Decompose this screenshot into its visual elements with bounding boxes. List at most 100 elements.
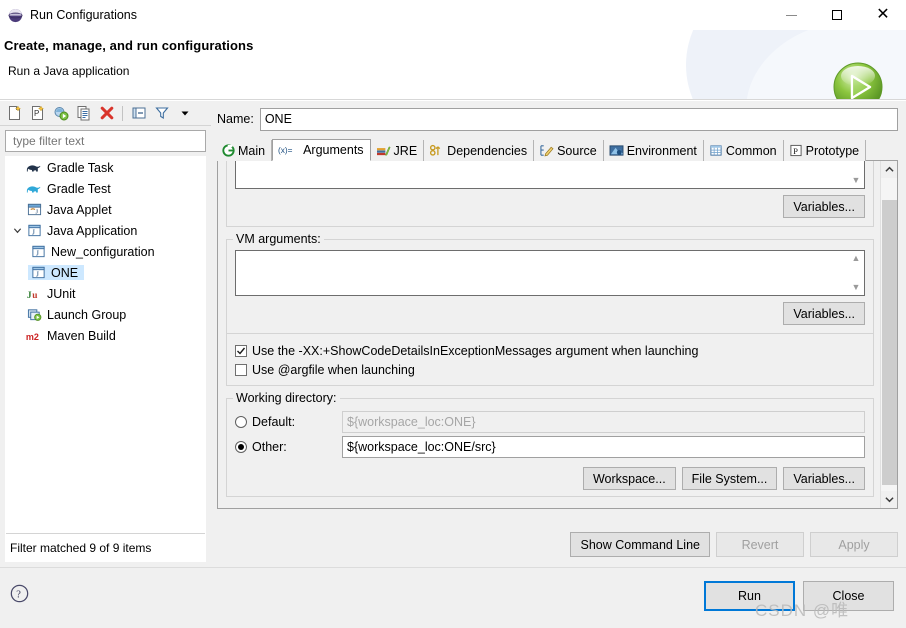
minimize-icon bbox=[785, 14, 797, 16]
checkbox-row-argfile[interactable]: Use @argfile when launching bbox=[235, 360, 865, 379]
tab-label: Environment bbox=[626, 143, 697, 158]
working-dir-variables-button[interactable]: Variables... bbox=[783, 467, 865, 490]
help-question-icon[interactable]: ? bbox=[10, 584, 29, 606]
svg-text:?: ? bbox=[16, 590, 21, 601]
working-directory-other-row[interactable]: Other: ${workspace_loc:ONE/src} bbox=[235, 434, 865, 459]
duplicate-icon[interactable] bbox=[73, 103, 94, 123]
tree-item-gradle-task[interactable]: Gradle Task bbox=[6, 157, 205, 178]
vm-arguments-buttons: Variables... bbox=[235, 302, 865, 325]
page-subtitle: Run a Java application bbox=[8, 64, 130, 78]
launch-options-group: Use the -XX:+ShowCodeDetailsInExceptionM… bbox=[226, 334, 874, 386]
radio-default-label: Default: bbox=[252, 414, 296, 429]
maven-m2-icon: m2 bbox=[24, 329, 44, 343]
configuration-name-input[interactable] bbox=[259, 107, 898, 131]
delete-icon[interactable] bbox=[96, 103, 117, 123]
java-applet-icon: J bbox=[24, 202, 44, 217]
tab-prototype[interactable]: P Prototype bbox=[783, 140, 867, 161]
close-icon: ✕ bbox=[876, 6, 890, 23]
java-application-icon: J bbox=[24, 223, 44, 238]
new-prototype-icon[interactable]: P bbox=[27, 103, 48, 123]
maximize-button[interactable] bbox=[814, 0, 860, 30]
close-button-footer[interactable]: Close bbox=[803, 581, 894, 611]
tree-item-maven-build[interactable]: m2 Maven Build bbox=[6, 325, 205, 346]
radio-working-directory-default[interactable] bbox=[235, 415, 247, 428]
chevron-down-icon[interactable]: ▼ bbox=[852, 283, 861, 292]
tree-item-label: ONE bbox=[51, 265, 79, 280]
export-launch-configuration-icon[interactable] bbox=[50, 103, 71, 123]
checkbox-row-show-code-details[interactable]: Use the -XX:+ShowCodeDetailsInExceptionM… bbox=[235, 341, 865, 360]
launch-configurations-tree[interactable]: Gradle Task Gradle Test J Java Applet J … bbox=[5, 156, 206, 532]
chevron-down-icon[interactable]: ▼ bbox=[852, 176, 861, 185]
tree-item-java-applet[interactable]: J Java Applet bbox=[6, 199, 205, 220]
program-arguments-scrollbar[interactable]: ▼ bbox=[849, 162, 863, 187]
tree-item-gradle-test[interactable]: Gradle Test bbox=[6, 178, 205, 199]
arguments-tab-body: ▼ Variables... VM arguments: ▲ ▼ Variabl… bbox=[217, 161, 898, 509]
scroll-down-arrow-icon[interactable] bbox=[881, 491, 898, 508]
dialog-content: P type filter text Gradle Task Gradle Te… bbox=[0, 101, 906, 567]
workspace-button[interactable]: Workspace... bbox=[582, 467, 676, 490]
file-system-button[interactable]: File System... bbox=[681, 467, 778, 490]
radio-selected-dot bbox=[238, 443, 244, 450]
radio-other-label: Other: bbox=[252, 439, 287, 454]
tree-item-launch-group[interactable]: Launch Group bbox=[6, 304, 205, 325]
filter-text-box[interactable] bbox=[5, 130, 206, 152]
vm-arguments-textarea[interactable]: ▲ ▼ bbox=[235, 250, 865, 296]
filter-status-wrapper: Filter matched 9 of 9 items bbox=[5, 532, 206, 562]
program-arguments-textarea[interactable]: ▼ bbox=[235, 161, 865, 189]
svg-text:m2: m2 bbox=[26, 332, 39, 342]
view-menu-chevron-icon[interactable] bbox=[174, 103, 195, 123]
chevron-down-icon[interactable] bbox=[10, 226, 24, 235]
tab-body-scrollbar[interactable] bbox=[880, 161, 897, 508]
tab-label: Source bbox=[557, 143, 597, 158]
working-directory-default-input: ${workspace_loc:ONE} bbox=[342, 410, 865, 433]
tree-item-junit[interactable]: J u JUnit bbox=[6, 283, 205, 304]
tree-item-label: Gradle Task bbox=[47, 160, 114, 175]
tab-common[interactable]: Common bbox=[703, 140, 784, 161]
svg-text:J: J bbox=[27, 291, 32, 301]
tree-item-one[interactable]: J ONE bbox=[6, 262, 205, 283]
scrollbar-thumb[interactable] bbox=[881, 200, 897, 485]
vm-arguments-scrollbar[interactable]: ▲ ▼ bbox=[849, 252, 863, 294]
tab-dependencies[interactable]: Dependencies bbox=[424, 140, 535, 161]
tree-item-label: Java Application bbox=[47, 223, 138, 238]
svg-text:J: J bbox=[35, 248, 38, 257]
tab-jre[interactable]: JRE bbox=[370, 140, 425, 161]
jre-books-icon bbox=[376, 144, 391, 157]
radio-working-directory-other[interactable] bbox=[235, 440, 247, 453]
close-button[interactable]: ✕ bbox=[860, 0, 906, 30]
tree-item-label: Maven Build bbox=[47, 328, 116, 343]
tab-main[interactable]: Main bbox=[217, 140, 273, 161]
environment-monitor-icon bbox=[609, 144, 624, 157]
tree-item-label: New_configuration bbox=[51, 244, 155, 259]
tab-environment[interactable]: Environment bbox=[603, 140, 704, 161]
show-command-line-button[interactable]: Show Command Line bbox=[570, 532, 710, 557]
vm-variables-button[interactable]: Variables... bbox=[783, 302, 865, 325]
chevron-up-icon[interactable]: ▲ bbox=[852, 254, 861, 263]
working-directory-default-row[interactable]: Default: ${workspace_loc:ONE} bbox=[235, 409, 865, 434]
filter-icon[interactable] bbox=[151, 103, 172, 123]
toolbar-separator bbox=[122, 105, 123, 121]
minimize-button[interactable] bbox=[768, 0, 814, 30]
run-button[interactable]: Run bbox=[704, 581, 795, 611]
search-input[interactable] bbox=[11, 133, 205, 149]
svg-text:J: J bbox=[35, 269, 38, 278]
scroll-up-arrow-icon[interactable] bbox=[881, 161, 898, 178]
tree-item-java-application[interactable]: J Java Application bbox=[6, 220, 205, 241]
configuration-tabs: Main (x)= Arguments JRE Dependencies Sou… bbox=[217, 139, 898, 161]
program-variables-button[interactable]: Variables... bbox=[783, 195, 865, 218]
tree-item-new-configuration[interactable]: J New_configuration bbox=[6, 241, 205, 262]
dialog-header-banner: Create, manage, and run configurations R… bbox=[0, 30, 906, 100]
editor-action-buttons: Show Command Line Revert Apply bbox=[570, 532, 898, 557]
svg-text:J: J bbox=[35, 209, 38, 216]
configuration-editor-pane: Name: Main (x)= bbox=[211, 101, 906, 567]
checkbox-show-code-details[interactable] bbox=[235, 344, 247, 357]
new-launch-configuration-icon[interactable] bbox=[4, 103, 25, 123]
collapse-all-icon[interactable] bbox=[128, 103, 149, 123]
tab-arguments[interactable]: (x)= Arguments bbox=[272, 139, 371, 161]
tab-source[interactable]: Source bbox=[534, 140, 604, 161]
tab-label: Main bbox=[238, 143, 266, 158]
checkbox-use-argfile[interactable] bbox=[235, 363, 247, 376]
scrollbar-track[interactable] bbox=[880, 178, 897, 491]
program-arguments-group: ▼ Variables... bbox=[226, 161, 874, 227]
working-directory-other-input[interactable]: ${workspace_loc:ONE/src} bbox=[342, 435, 865, 458]
